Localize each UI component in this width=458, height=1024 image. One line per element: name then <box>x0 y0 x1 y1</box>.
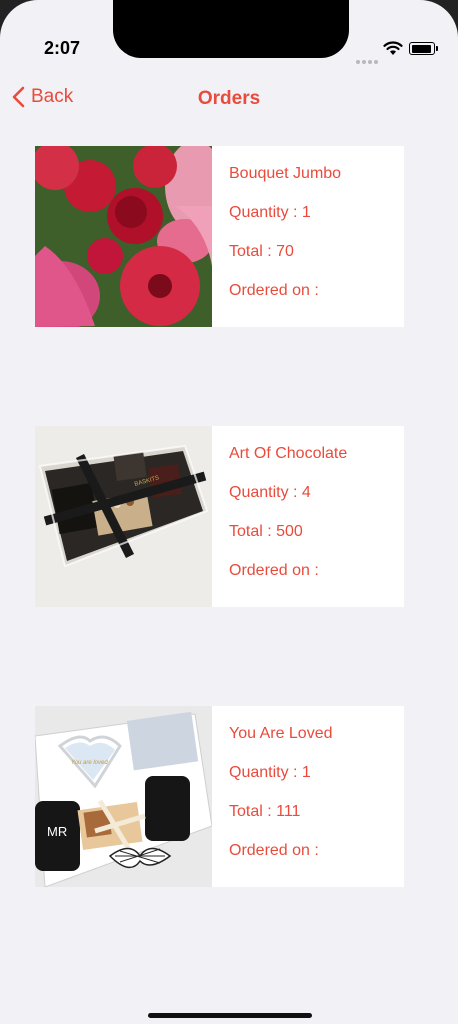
status-bar: 2:07 <box>0 0 458 70</box>
order-quantity: Quantity : 1 <box>229 204 311 221</box>
plate-text: You are loved <box>71 760 108 766</box>
home-indicator[interactable] <box>148 1013 312 1018</box>
notch <box>113 0 349 58</box>
product-image-bouquet <box>35 146 212 327</box>
mug-text: MR <box>47 824 67 839</box>
order-card[interactable]: You are loved MR You Are Loved Quantity … <box>35 706 404 887</box>
order-total: Total : 111 <box>229 803 301 820</box>
order-total: Total : 70 <box>229 243 294 260</box>
order-name: Bouquet Jumbo <box>229 165 342 182</box>
order-card[interactable]: Bouquet Jumbo Quantity : 1 Total : 70 Or… <box>35 146 404 327</box>
order-card[interactable]: BASKITS Art Of Chocolate Quantity : 4 To… <box>35 426 404 607</box>
order-name: Art Of Chocolate <box>229 445 348 462</box>
order-date: Ordered on : <box>229 842 319 859</box>
battery-icon <box>409 42 438 55</box>
order-name: You Are Loved <box>229 725 333 742</box>
status-time: 2:07 <box>44 38 81 58</box>
navigation-bar: Back Orders <box>0 78 458 122</box>
product-image-chocolate: BASKITS <box>35 426 212 607</box>
phone-screen: 2:07 Back Orders Bouquet Jumbo Quantity … <box>0 0 458 1024</box>
order-quantity: Quantity : 4 <box>229 484 311 501</box>
order-date: Ordered on : <box>229 562 319 579</box>
cellular-signal-icon <box>356 51 380 69</box>
product-image-gift-box: You are loved MR <box>35 706 212 887</box>
order-quantity: Quantity : 1 <box>229 764 311 781</box>
order-total: Total : 500 <box>229 523 303 540</box>
page-title: Orders <box>197 88 261 109</box>
order-date: Ordered on : <box>229 282 319 299</box>
wifi-icon <box>383 41 403 55</box>
